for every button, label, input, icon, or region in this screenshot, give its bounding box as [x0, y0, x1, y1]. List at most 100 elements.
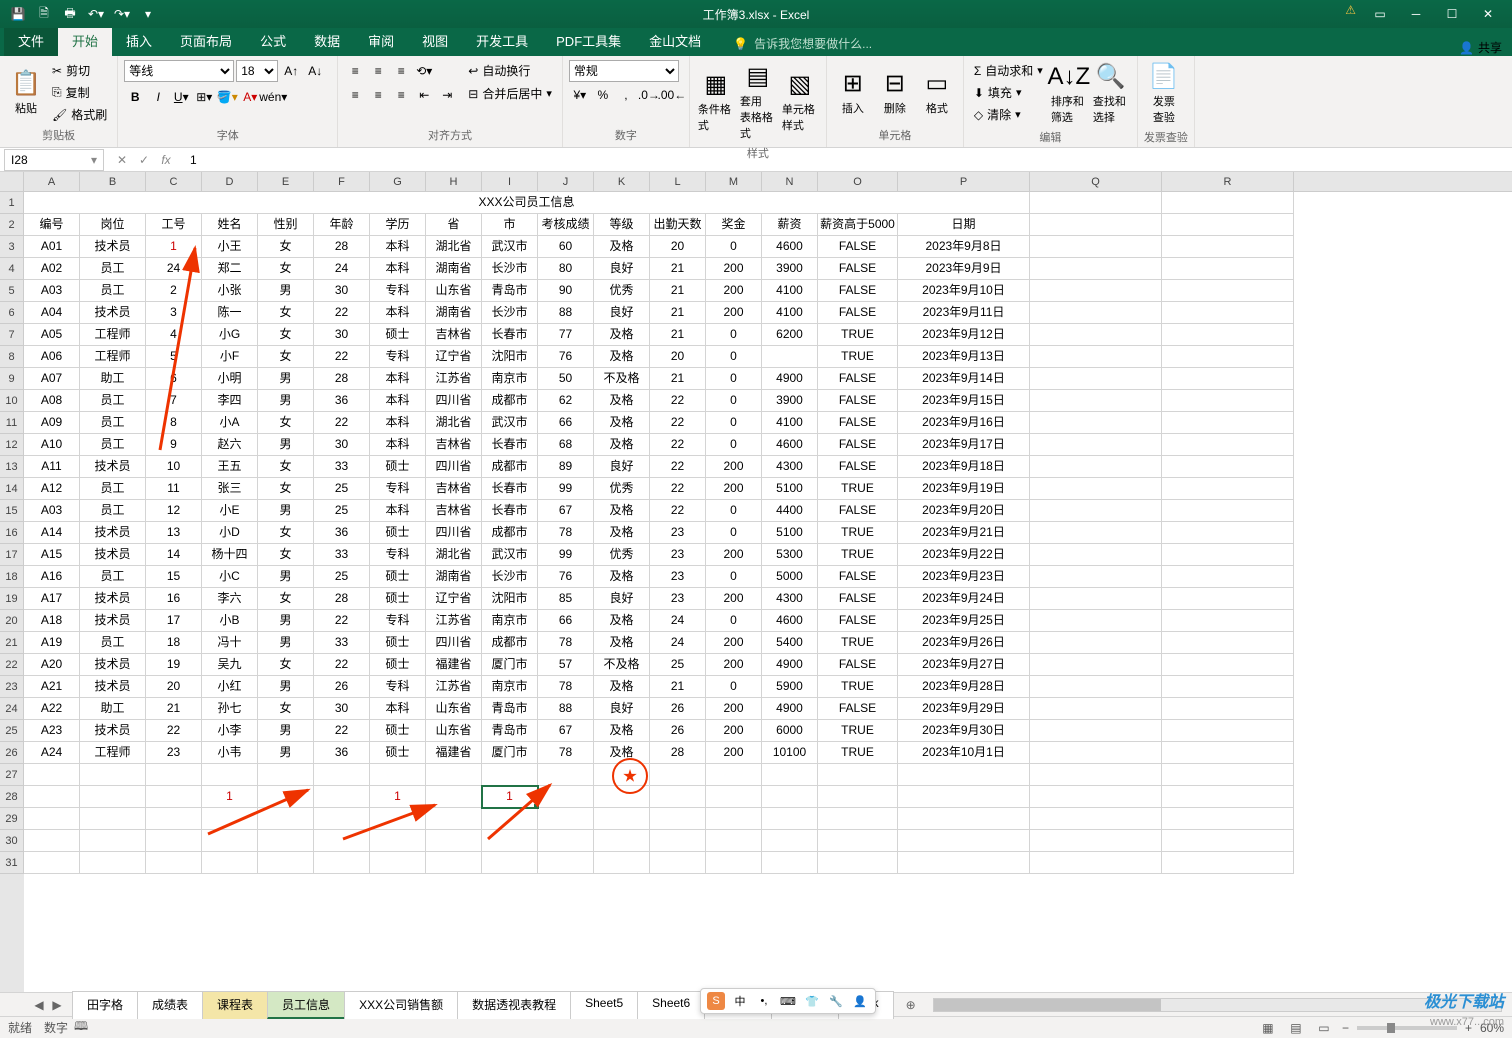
cell[interactable]: 30: [314, 698, 370, 720]
cell[interactable]: [1162, 676, 1294, 698]
cell[interactable]: 0: [706, 566, 762, 588]
cell[interactable]: 33: [314, 632, 370, 654]
indent-inc-icon[interactable]: ⇥: [436, 84, 458, 106]
cell[interactable]: 36: [314, 390, 370, 412]
cell[interactable]: A11: [24, 456, 80, 478]
cell[interactable]: 日期: [898, 214, 1030, 236]
cell[interactable]: 山东省: [426, 720, 482, 742]
cell[interactable]: 及格: [594, 500, 650, 522]
cell[interactable]: 硕士: [370, 522, 426, 544]
cell[interactable]: 50: [538, 368, 594, 390]
cell[interactable]: 男: [258, 390, 314, 412]
cell[interactable]: [1162, 390, 1294, 412]
dec-decimal-icon[interactable]: .00←: [661, 84, 683, 106]
zoom-out-icon[interactable]: −: [1342, 1021, 1349, 1035]
cell[interactable]: [1162, 258, 1294, 280]
cell[interactable]: 年龄: [314, 214, 370, 236]
cell[interactable]: 员工: [80, 434, 146, 456]
cell[interactable]: 本科: [370, 236, 426, 258]
cell[interactable]: 员工: [80, 478, 146, 500]
cell[interactable]: 5900: [762, 676, 818, 698]
cell[interactable]: [146, 852, 202, 874]
cell[interactable]: 硕士: [370, 324, 426, 346]
column-header[interactable]: P: [898, 172, 1030, 191]
cell[interactable]: 良好: [594, 698, 650, 720]
cell[interactable]: 助工: [80, 368, 146, 390]
cell[interactable]: 66: [538, 412, 594, 434]
cell[interactable]: 20: [650, 236, 706, 258]
cell[interactable]: 36: [314, 742, 370, 764]
cell[interactable]: FALSE: [818, 588, 898, 610]
fill-color-icon[interactable]: 🪣▾: [216, 86, 238, 108]
cell[interactable]: [538, 830, 594, 852]
tab-jinshan[interactable]: 金山文档: [635, 25, 715, 56]
column-header[interactable]: N: [762, 172, 818, 191]
cell[interactable]: 李六: [202, 588, 258, 610]
cell[interactable]: FALSE: [818, 302, 898, 324]
tab-review[interactable]: 审阅: [354, 25, 408, 56]
cell[interactable]: 88: [538, 302, 594, 324]
fill-button[interactable]: ⬇填充▾: [970, 82, 1047, 103]
cell[interactable]: 吴九: [202, 654, 258, 676]
cell[interactable]: 23: [650, 522, 706, 544]
sheet-tab[interactable]: 数据透视表教程: [457, 991, 571, 1019]
cell[interactable]: 78: [538, 676, 594, 698]
redo-icon[interactable]: ↷▾: [110, 3, 134, 25]
cell[interactable]: 13: [146, 522, 202, 544]
sheet-tab[interactable]: 课程表: [202, 991, 268, 1019]
cell[interactable]: 技术员: [80, 544, 146, 566]
cell[interactable]: 四川省: [426, 522, 482, 544]
clear-button[interactable]: ◇清除▾: [970, 104, 1047, 125]
sheet-tab[interactable]: Sheet5: [570, 991, 638, 1019]
cell[interactable]: 30: [314, 280, 370, 302]
ime-toolbar[interactable]: S 中 •, ⌨ 👕 🔧 👤: [700, 988, 876, 1014]
confirm-edit-icon[interactable]: ✓: [134, 150, 154, 170]
cell[interactable]: 南京市: [482, 368, 538, 390]
cell[interactable]: TRUE: [818, 522, 898, 544]
cell[interactable]: [1162, 544, 1294, 566]
cell[interactable]: 厦门市: [482, 654, 538, 676]
cell[interactable]: 1: [146, 236, 202, 258]
cell[interactable]: 22: [650, 412, 706, 434]
cell[interactable]: 本科: [370, 258, 426, 280]
cell[interactable]: A21: [24, 676, 80, 698]
cell[interactable]: 女: [258, 544, 314, 566]
cell[interactable]: [1162, 500, 1294, 522]
new-icon[interactable]: 🗎: [32, 3, 56, 25]
cell[interactable]: 长沙市: [482, 302, 538, 324]
cell[interactable]: [1162, 852, 1294, 874]
cell[interactable]: [314, 830, 370, 852]
cell[interactable]: 张三: [202, 478, 258, 500]
cell[interactable]: 硕士: [370, 456, 426, 478]
cell[interactable]: 2023年9月9日: [898, 258, 1030, 280]
tellme-search[interactable]: 💡 告诉我您想要做什么...: [725, 31, 880, 56]
cell[interactable]: 5300: [762, 544, 818, 566]
sheet-nav-next-icon[interactable]: ▶: [48, 996, 66, 1014]
cell[interactable]: [1162, 346, 1294, 368]
cell[interactable]: 5400: [762, 632, 818, 654]
delete-cell-button[interactable]: ⊟删除: [875, 60, 915, 125]
cell[interactable]: 辽宁省: [426, 346, 482, 368]
cell[interactable]: 78: [538, 522, 594, 544]
cell[interactable]: [1030, 214, 1162, 236]
cell[interactable]: 23: [650, 588, 706, 610]
save-icon[interactable]: 💾: [6, 3, 30, 25]
cell[interactable]: 22: [146, 720, 202, 742]
cell[interactable]: 60: [538, 236, 594, 258]
row-header[interactable]: 17: [0, 544, 24, 566]
cell[interactable]: 2023年9月16日: [898, 412, 1030, 434]
tab-data[interactable]: 数据: [300, 25, 354, 56]
cell[interactable]: 19: [146, 654, 202, 676]
paste-button[interactable]: 📋 粘贴: [6, 60, 46, 125]
name-box[interactable]: I28▾: [4, 149, 104, 171]
cell[interactable]: [898, 830, 1030, 852]
ime-user-icon[interactable]: 👤: [851, 992, 869, 1010]
cell[interactable]: 孙七: [202, 698, 258, 720]
column-header[interactable]: H: [426, 172, 482, 191]
cell[interactable]: 杨十四: [202, 544, 258, 566]
cell[interactable]: A04: [24, 302, 80, 324]
cell[interactable]: [1030, 434, 1162, 456]
row-header[interactable]: 14: [0, 478, 24, 500]
cell[interactable]: 1: [482, 786, 538, 808]
cell[interactable]: [1030, 764, 1162, 786]
